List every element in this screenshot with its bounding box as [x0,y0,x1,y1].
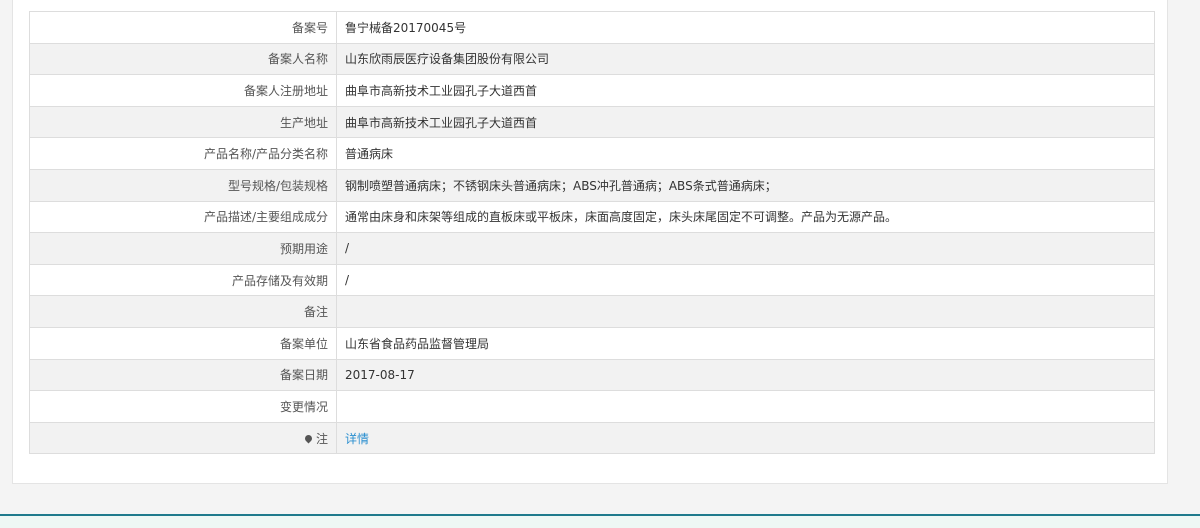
label-product-description: 产品描述/主要组成成分 [29,200,337,234]
label-change-status: 变更情况 [29,390,337,423]
row-remarks: 备注 [29,295,1155,328]
label-registered-address: 备案人注册地址 [29,74,337,107]
value-storage-validity: / [336,263,1155,297]
row-production-address: 生产地址 曲阜市高新技术工业园孔子大道西首 [29,105,1155,139]
label-registrant-name: 备案人名称 [29,42,337,76]
value-record-number: 鲁宁械备20170045号 [336,11,1155,44]
label-storage-validity: 产品存储及有效期 [29,263,337,297]
value-registrant-name: 山东欣雨辰医疗设备集团股份有限公司 [336,42,1155,76]
row-filing-date: 备案日期 2017-08-17 [29,358,1155,392]
value-product-description: 通常由床身和床架等组成的直板床或平板床，床面高度固定，床头床尾固定不可调整。产品… [336,200,1155,234]
label-record-number: 备案号 [29,11,337,44]
label-filing-unit: 备案单位 [29,326,337,360]
label-remarks: 备注 [29,295,337,328]
row-registered-address: 备案人注册地址 曲阜市高新技术工业园孔子大道西首 [29,74,1155,107]
value-intended-use: / [336,232,1155,265]
row-filing-unit: 备案单位 山东省食品药品监督管理局 [29,326,1155,360]
row-registrant-name: 备案人名称 山东欣雨辰医疗设备集团股份有限公司 [29,42,1155,76]
label-product-name: 产品名称/产品分类名称 [29,137,337,170]
row-record-number: 备案号 鲁宁械备20170045号 [29,11,1155,44]
row-note: 注 详情 [29,421,1155,455]
label-filing-date: 备案日期 [29,358,337,392]
row-product-name: 产品名称/产品分类名称 普通病床 [29,137,1155,170]
record-detail-panel: 备案号 鲁宁械备20170045号 备案人名称 山东欣雨辰医疗设备集团股份有限公… [12,0,1168,484]
map-pin-icon [303,433,314,443]
value-registered-address: 曲阜市高新技术工业园孔子大道西首 [336,74,1155,107]
row-intended-use: 预期用途 / [29,232,1155,265]
value-note: 详情 [336,421,1155,455]
value-change-status [336,390,1155,423]
label-production-address: 生产地址 [29,105,337,139]
details-link[interactable]: 详情 [345,432,369,446]
label-model-spec: 型号规格/包装规格 [29,168,337,202]
value-product-name: 普通病床 [336,137,1155,170]
row-change-status: 变更情况 [29,390,1155,423]
value-remarks [336,295,1155,328]
row-storage-validity: 产品存储及有效期 / [29,263,1155,297]
row-product-description: 产品描述/主要组成成分 通常由床身和床架等组成的直板床或平板床，床面高度固定，床… [29,200,1155,234]
label-note: 注 [29,421,337,455]
value-filing-date: 2017-08-17 [336,358,1155,392]
record-detail-table: 备案号 鲁宁械备20170045号 备案人名称 山东欣雨辰医疗设备集团股份有限公… [29,11,1155,455]
value-filing-unit: 山东省食品药品监督管理局 [336,326,1155,360]
label-intended-use: 预期用途 [29,232,337,265]
value-model-spec: 钢制喷塑普通病床；不锈钢床头普通病床；ABS冲孔普通病；ABS条式普通病床； [336,168,1155,202]
row-model-spec: 型号规格/包装规格 钢制喷塑普通病床；不锈钢床头普通病床；ABS冲孔普通病；AB… [29,168,1155,202]
value-production-address: 曲阜市高新技术工业园孔子大道西首 [336,105,1155,139]
label-note-text: 注 [315,431,328,446]
